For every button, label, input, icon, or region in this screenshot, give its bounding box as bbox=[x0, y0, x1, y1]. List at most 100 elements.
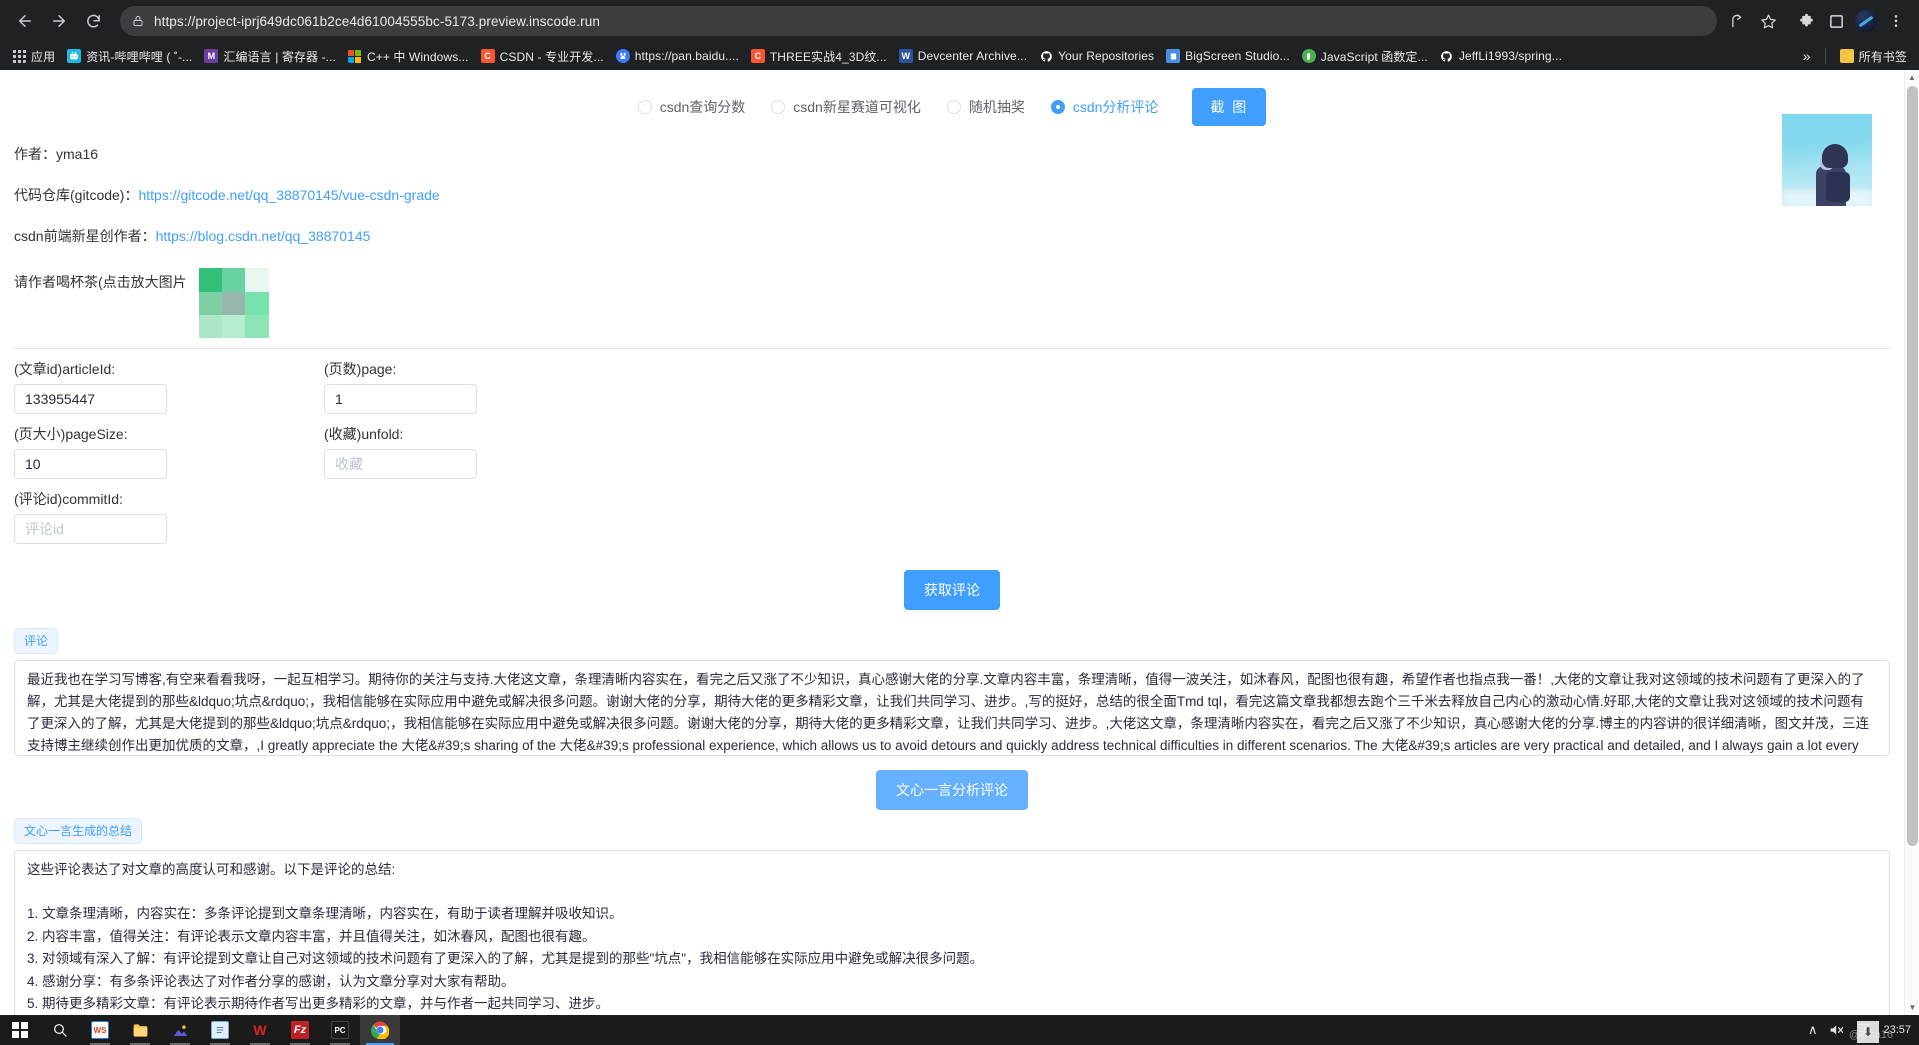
blog-line: csdn前端新星创作者：https://blog.csdn.net/qq_388… bbox=[14, 228, 1890, 245]
bookmark-item-cpp-windows[interactable]: C++ 中 Windows... bbox=[342, 46, 475, 67]
bookmark-item-three-3d[interactable]: C THREE实战4_3D纹... bbox=[745, 46, 893, 67]
bookmarks-bar: 应用 资讯-哔哩哔哩 ( ˚-... M 汇编语言 | 寄存器 -... C++… bbox=[0, 42, 1919, 70]
search-button[interactable] bbox=[40, 1015, 80, 1045]
taskbar-app-pycharm[interactable]: PC bbox=[320, 1015, 360, 1045]
js-green-icon bbox=[1302, 49, 1316, 63]
bookmark-item-baidu-pan[interactable]: https://pan.baidu.... bbox=[610, 47, 745, 65]
page-input[interactable] bbox=[324, 384, 477, 414]
taskbar-app-wps[interactable]: WS bbox=[80, 1015, 120, 1045]
taskbar-app-filezilla[interactable]: Fz bbox=[280, 1015, 320, 1045]
bookmarks-divider bbox=[1825, 48, 1826, 64]
bookmark-star-icon[interactable] bbox=[1753, 6, 1783, 36]
bookmark-item-bilibili[interactable]: 资讯-哔哩哔哩 ( ˚-... bbox=[61, 46, 198, 67]
bookmark-item-asm[interactable]: M 汇编语言 | 寄存器 -... bbox=[198, 46, 342, 67]
taskbar-app-wps-writer[interactable]: W bbox=[240, 1015, 280, 1045]
query-form: (文章id)articleId: (页大小)pageSize: (评论id)co… bbox=[0, 349, 1904, 619]
address-bar[interactable]: https://project-iprj649dc061b2ce4d610045… bbox=[120, 6, 1717, 36]
summary-item: 2. 内容丰富，值得关注：有评论表示文章内容丰富，并且值得关注，如沐春风，配图也… bbox=[27, 926, 1877, 949]
radio-dot-icon bbox=[771, 100, 785, 114]
extensions-puzzle-icon[interactable] bbox=[1791, 6, 1821, 36]
analyze-comments-button[interactable]: 文心一言分析评论 bbox=[876, 770, 1028, 810]
article-id-input[interactable] bbox=[14, 384, 167, 414]
chrome-icon bbox=[371, 1021, 389, 1039]
summary-tag: 文心一言生成的总结 bbox=[14, 818, 142, 844]
bookmark-item-csdn[interactable]: C CSDN - 专业开发... bbox=[475, 46, 610, 67]
back-button[interactable] bbox=[8, 4, 42, 38]
page-size-input[interactable] bbox=[14, 449, 167, 479]
fetch-comments-button[interactable]: 获取评论 bbox=[904, 570, 1000, 610]
folder-icon bbox=[1840, 49, 1854, 63]
address-bar-url: https://project-iprj649dc061b2ce4d610045… bbox=[154, 14, 600, 29]
unfold-input[interactable] bbox=[324, 449, 477, 479]
windows-taskbar: WS W Fz PC bbox=[0, 1015, 1919, 1045]
side-panel-icon[interactable] bbox=[1821, 6, 1851, 36]
share-icon[interactable] bbox=[1723, 6, 1753, 36]
bookmark-label: Devcenter Archive... bbox=[918, 49, 1027, 63]
radio-csdn-analyze-comments[interactable]: csdn分析评论 bbox=[1051, 97, 1159, 117]
radio-dot-icon bbox=[1051, 100, 1065, 114]
summary-item: 1. 文章条理清晰，内容实在：多条评论提到文章条理清晰，内容实在，有助于读者理解… bbox=[27, 903, 1877, 926]
bookmark-label: Your Repositories bbox=[1058, 49, 1154, 63]
radio-dot-icon bbox=[947, 100, 961, 114]
start-button[interactable] bbox=[0, 1015, 40, 1045]
page-scrollbar[interactable]: ▲ ▼ bbox=[1904, 70, 1919, 1015]
forward-button[interactable] bbox=[42, 4, 76, 38]
photos-icon bbox=[171, 1021, 189, 1039]
form-column-left: (文章id)articleId: (页大小)pageSize: (评论id)co… bbox=[14, 361, 324, 555]
comment-textbox: 最近我也在学习写博客,有空来看看我呀，一起互相学习。期待你的关注与支持.大佬这文… bbox=[14, 660, 1890, 756]
zhihu-icon: M bbox=[204, 49, 218, 63]
microsoft-icon bbox=[348, 49, 362, 63]
section-divider bbox=[14, 348, 1890, 349]
reload-button[interactable] bbox=[76, 4, 110, 38]
bookmark-item-your-repositories[interactable]: Your Repositories bbox=[1033, 47, 1160, 65]
all-bookmarks-label: 所有书签 bbox=[1859, 48, 1907, 65]
radio-dot-icon bbox=[638, 100, 652, 114]
pycharm-icon: PC bbox=[331, 1021, 349, 1039]
tray-chevron-up-icon[interactable]: ∧ bbox=[1808, 1022, 1818, 1038]
author-info-block: 作者：yma16 代码仓库(gitcode)：https://gitcode.n… bbox=[0, 140, 1904, 349]
taskbar-app-chrome[interactable] bbox=[360, 1015, 400, 1045]
repo-label: 代码仓库(gitcode)： bbox=[14, 187, 138, 203]
radio-random-lottery[interactable]: 随机抽奖 bbox=[947, 97, 1025, 117]
word-icon: W bbox=[899, 49, 913, 63]
bookmark-item-apps[interactable]: 应用 bbox=[6, 46, 61, 67]
donate-line: 请作者喝杯茶(点击放大图片 bbox=[14, 268, 1890, 338]
bookmark-item-jeffli-spring[interactable]: JeffLi1993/spring... bbox=[1434, 47, 1568, 65]
scroll-up-arrow[interactable]: ▲ bbox=[1905, 70, 1919, 85]
radio-csdn-star-track-visualization[interactable]: csdn新星赛道可视化 bbox=[771, 97, 921, 117]
page-size-label: (页大小)pageSize: bbox=[14, 426, 324, 443]
download-arrow-icon: ⬇ bbox=[1857, 1021, 1879, 1043]
bookmark-item-javascript-func[interactable]: JavaScript 函数定... bbox=[1296, 46, 1434, 67]
scroll-down-arrow[interactable]: ▼ bbox=[1905, 1000, 1919, 1015]
commit-id-input[interactable] bbox=[14, 514, 167, 544]
scrollbar-thumb[interactable] bbox=[1907, 86, 1918, 846]
radio-csdn-query-score[interactable]: csdn查询分数 bbox=[638, 97, 746, 117]
bookmarks-overflow-button[interactable]: » bbox=[1797, 48, 1817, 64]
taskbar-app-notepad[interactable] bbox=[200, 1015, 240, 1045]
chrome-menu-icon[interactable] bbox=[1881, 6, 1911, 36]
donate-qr-thumbnail[interactable] bbox=[199, 268, 269, 338]
bookmark-item-bigscreen[interactable]: BigScreen Studio... bbox=[1160, 47, 1296, 65]
profile-avatar[interactable] bbox=[1851, 6, 1881, 36]
volume-muted-icon[interactable] bbox=[1829, 1023, 1845, 1037]
bookmark-label: https://pan.baidu.... bbox=[635, 49, 739, 63]
filezilla-icon: Fz bbox=[291, 1021, 309, 1039]
taskbar-app-file-explorer[interactable] bbox=[120, 1015, 160, 1045]
summary-textbox: 这些评论表达了对文章的高度认可和感谢。以下是评论的总结: 1. 文章条理清晰，内… bbox=[14, 850, 1890, 1015]
taskbar-app-photos[interactable] bbox=[160, 1015, 200, 1045]
all-bookmarks-button[interactable]: 所有书签 bbox=[1834, 46, 1913, 67]
page-label: (页数)page: bbox=[324, 361, 634, 378]
baidu-pan-icon bbox=[616, 49, 630, 63]
author-label: 作者： bbox=[14, 146, 56, 162]
author-line: 作者：yma16 bbox=[14, 146, 1890, 163]
summary-intro: 这些评论表达了对文章的高度认可和感谢。以下是评论的总结: bbox=[27, 859, 1877, 882]
radio-label: csdn分析评论 bbox=[1073, 97, 1159, 117]
csdn-icon: C bbox=[751, 49, 765, 63]
blog-link[interactable]: https://blog.csdn.net/qq_38870145 bbox=[156, 228, 371, 244]
notepad-icon bbox=[211, 1021, 229, 1039]
toolbar-actions bbox=[1723, 6, 1911, 36]
browser-toolbar: https://project-iprj649dc061b2ce4d610045… bbox=[0, 0, 1919, 42]
repo-link[interactable]: https://gitcode.net/qq_38870145/vue-csdn… bbox=[138, 187, 439, 203]
screenshot-button[interactable]: 截 图 bbox=[1192, 88, 1266, 126]
bookmark-item-devcenter[interactable]: W Devcenter Archive... bbox=[893, 47, 1033, 65]
